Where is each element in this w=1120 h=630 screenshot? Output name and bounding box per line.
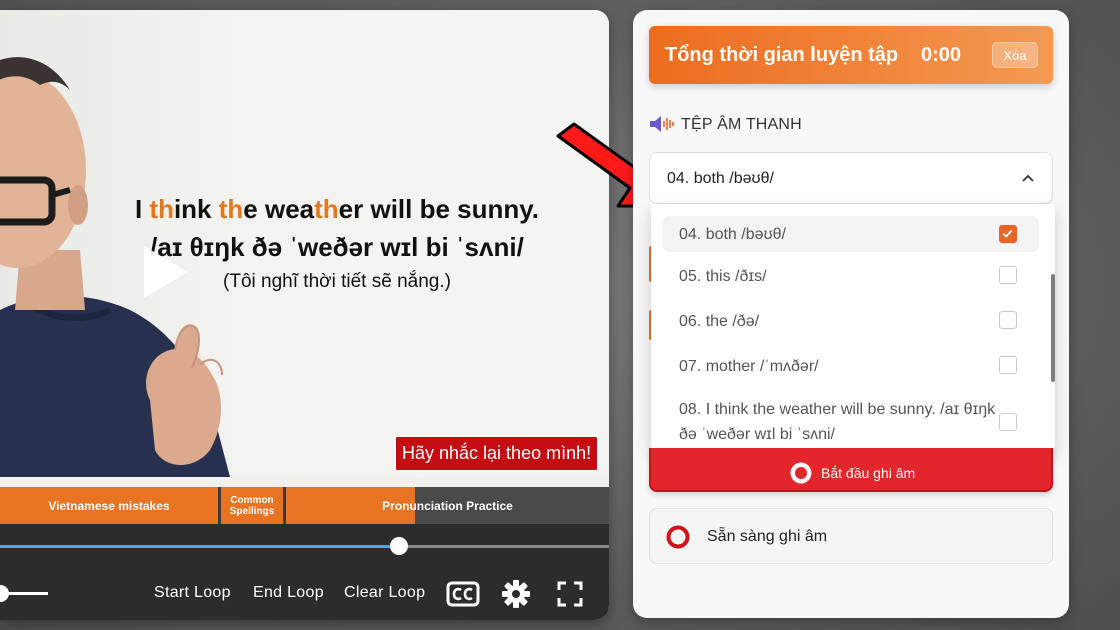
start-loop-button[interactable]: Start Loop <box>154 584 231 602</box>
chevron-up-icon[interactable] <box>1020 171 1036 187</box>
sentence-part: ink <box>173 194 219 224</box>
option-checkbox[interactable] <box>999 225 1017 243</box>
option-checkbox[interactable] <box>999 266 1017 284</box>
highlight-th: th <box>149 194 174 224</box>
audio-option-label: 04. both /bəʊθ/ <box>679 226 786 243</box>
chapter-bar: Vietnamese mistakes Common Spellings Pro… <box>0 487 609 524</box>
audio-option[interactable]: 08. I think the weather will be sunny. /… <box>663 397 1039 447</box>
audio-option[interactable]: 07. mother /ˈmʌðər/ <box>663 352 1039 382</box>
sentence-part: I <box>134 194 150 224</box>
audio-file-dropdown: 04. both /bəʊθ/05. this /ðɪs/06. the /ðə… <box>651 204 1055 452</box>
chapter-vietnamese-mistakes[interactable]: Vietnamese mistakes <box>0 487 218 524</box>
play-icon[interactable] <box>140 242 192 302</box>
audio-option[interactable]: 05. this /ðɪs/ <box>663 262 1039 292</box>
audio-option[interactable]: 04. both /bəʊθ/ <box>663 216 1039 252</box>
sentence-part: e wea <box>243 194 315 224</box>
audio-file-select[interactable]: 04. both /bəʊθ/ <box>649 152 1053 204</box>
selected-audio-value: 04. both /bəʊθ/ <box>667 170 774 187</box>
dropdown-scrollbar[interactable] <box>1051 274 1055 382</box>
chapter-common-spellings[interactable]: Common Spellings <box>221 487 283 524</box>
volume-handle[interactable] <box>0 585 9 602</box>
sentence-part: er will be sunny. <box>338 194 540 224</box>
highlight-th: th <box>314 194 339 224</box>
progress-handle[interactable] <box>390 537 408 555</box>
start-recording-button[interactable]: Bắt đầu ghi âm <box>649 448 1053 492</box>
clear-loop-button[interactable]: Clear Loop <box>344 584 425 602</box>
audio-option-label: 07. mother /ˈmʌðər/ <box>679 358 819 375</box>
progress-bar[interactable] <box>0 545 609 548</box>
cc-icon[interactable] <box>446 581 480 607</box>
fullscreen-icon[interactable] <box>557 581 583 607</box>
audio-option-label: 08. I think the weather will be sunny. /… <box>679 401 996 443</box>
clear-button[interactable]: Xóa <box>992 42 1038 68</box>
audio-option-label: 05. this /ðɪs/ <box>679 268 767 285</box>
repeat-badge: Hãy nhắc lại theo mình! <box>394 435 600 472</box>
record-status-icon <box>666 525 690 549</box>
audio-option[interactable]: 06. the /ðə/ <box>663 307 1039 337</box>
highlight-th: th <box>218 194 244 224</box>
speaker-icon <box>650 116 674 132</box>
recording-status: Sẵn sàng ghi âm <box>649 508 1053 564</box>
video-player[interactable]: I think the weather will be sunny. /aɪ θ… <box>0 10 609 620</box>
chapter-label: Pronunciation Practice <box>382 498 513 513</box>
sentence-text: I think the weather will be sunny. <box>100 194 574 225</box>
video-frame[interactable]: I think the weather will be sunny. /aɪ θ… <box>0 10 609 477</box>
player-controls: Start Loop End Loop Clear Loop <box>0 524 609 620</box>
record-label: Bắt đầu ghi âm <box>821 465 916 481</box>
chapter-pronunciation-practice[interactable]: Pronunciation Practice <box>286 487 609 524</box>
practice-title: Tổng thời gian luyện tập <box>665 44 899 66</box>
practice-time: 0:00 <box>921 44 962 66</box>
end-loop-button[interactable]: End Loop <box>253 584 324 602</box>
record-icon <box>790 462 812 484</box>
check-icon <box>1002 229 1013 238</box>
chapter-label: Common Spellings <box>229 494 275 517</box>
option-checkbox[interactable] <box>999 356 1017 374</box>
status-text: Sẵn sàng ghi âm <box>707 528 828 545</box>
audio-section-title: TỆP ÂM THANH <box>681 116 802 133</box>
practice-panel: Tổng thời gian luyện tập 0:00 Xóa TỆP ÂM… <box>633 10 1069 618</box>
gear-icon[interactable] <box>502 580 530 608</box>
progress-fill <box>0 545 399 548</box>
audio-option-label: 06. the /ðə/ <box>679 313 760 330</box>
option-checkbox[interactable] <box>999 413 1017 431</box>
option-checkbox[interactable] <box>999 311 1017 329</box>
practice-time-bar: Tổng thời gian luyện tập 0:00 Xóa <box>649 26 1053 84</box>
